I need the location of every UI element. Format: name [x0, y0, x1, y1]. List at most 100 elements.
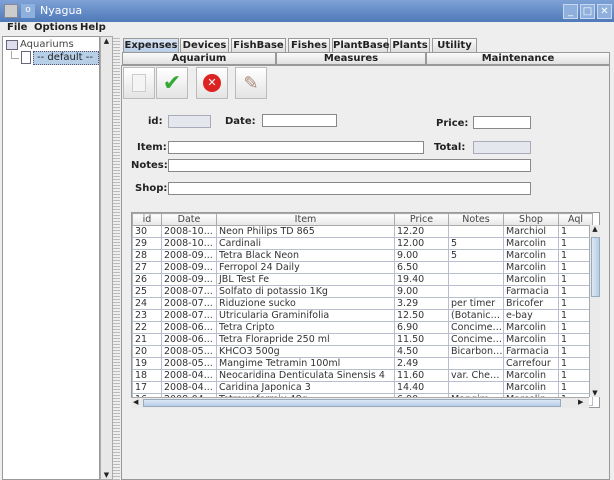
split-divider[interactable]: [113, 36, 120, 480]
table-cell[interactable]: Caridina Japonica 3: [216, 381, 395, 394]
table-cell[interactable]: 17: [132, 381, 162, 394]
save-button[interactable]: ✔: [156, 67, 188, 99]
table-cell[interactable]: 22: [132, 321, 162, 334]
scroll-up-icon[interactable]: ▲: [590, 225, 600, 233]
table-cell[interactable]: Marcolin: [503, 237, 559, 250]
delete-button[interactable]: ✕: [196, 67, 228, 99]
table-cell[interactable]: Marcolin: [503, 249, 559, 262]
table-cell[interactable]: 4.50: [394, 345, 449, 358]
date-field[interactable]: [262, 114, 337, 127]
table-cell[interactable]: 12.20: [394, 225, 449, 238]
table-cell[interactable]: 6.90: [394, 321, 449, 334]
table-cell[interactable]: 1: [558, 369, 593, 382]
table-cell[interactable]: 1: [558, 333, 593, 346]
table-cell[interactable]: 2008-04...: [161, 381, 217, 394]
table-cell[interactable]: Marchiol: [503, 225, 559, 238]
table-cell[interactable]: Marcolin: [503, 381, 559, 394]
tab-utility[interactable]: Utility: [432, 38, 477, 52]
edit-button[interactable]: ✎: [235, 67, 267, 99]
column-header[interactable]: Notes: [448, 213, 504, 226]
table-cell[interactable]: 2008-05...: [161, 357, 217, 370]
table-cell[interactable]: Ferropol 24 Daily: [216, 261, 395, 274]
table-row[interactable]: 23 2008-07... Utricularia Graminifolia 12.5…: [132, 309, 593, 322]
table-cell[interactable]: 1: [558, 237, 593, 250]
table-cell[interactable]: 1: [558, 357, 593, 370]
table-cell[interactable]: 1: [558, 381, 593, 394]
table-cell[interactable]: Farmacia: [503, 285, 559, 298]
tab-fishbase[interactable]: FishBase: [231, 38, 286, 52]
table-cell[interactable]: 2008-07...: [161, 309, 217, 322]
table-cell[interactable]: [448, 285, 504, 298]
table-cell[interactable]: 19.40: [394, 273, 449, 286]
table-cell[interactable]: [448, 261, 504, 274]
table-cell[interactable]: 2008-06...: [161, 333, 217, 346]
table-cell[interactable]: KHCO3 500g: [216, 345, 395, 358]
horizontal-scroll-thumb[interactable]: [143, 399, 561, 407]
table-cell[interactable]: Neon Philips TD 865: [216, 225, 395, 238]
table-cell[interactable]: 2008-09...: [161, 249, 217, 262]
table-row[interactable]: 27 2008-09... Ferropol 24 Daily 6.50 Marcoli…: [132, 261, 593, 274]
table-cell[interactable]: Marcolin: [503, 369, 559, 382]
table-cell[interactable]: (Botanical ...: [448, 309, 504, 322]
table-cell[interactable]: 6.50: [394, 261, 449, 274]
table-cell[interactable]: 1: [558, 273, 593, 286]
table-cell[interactable]: 12.00: [394, 237, 449, 250]
table-cell[interactable]: 20: [132, 345, 162, 358]
table-cell[interactable]: 2008-10...: [161, 225, 217, 238]
table-cell[interactable]: Cardinali: [216, 237, 395, 250]
table-cell[interactable]: Bricofer: [503, 297, 559, 310]
table-cell[interactable]: 1: [558, 225, 593, 238]
table-row[interactable]: 25 2008-07... Solfato di potassio 1Kg 9.00 F…: [132, 285, 593, 298]
tree-root-aquariums[interactable]: Aquariums: [20, 39, 74, 50]
table-cell[interactable]: 2.49: [394, 357, 449, 370]
table-cell[interactable]: Farmacia: [503, 345, 559, 358]
table-cell[interactable]: Riduzione sucko: [216, 297, 395, 310]
table-cell[interactable]: 2008-07...: [161, 297, 217, 310]
table-cell[interactable]: e-bay: [503, 309, 559, 322]
table-vertical-scrollbar[interactable]: ▲ ▼: [589, 225, 600, 397]
tree-scrollbar[interactable]: ▲ ▼: [100, 36, 113, 480]
subtab-maintenance[interactable]: Maintenance: [426, 52, 610, 65]
table-cell[interactable]: 23: [132, 309, 162, 322]
table-cell[interactable]: 2008-09...: [161, 261, 217, 274]
subtab-measures[interactable]: Measures: [276, 52, 426, 65]
table-row[interactable]: 30 2008-10... Neon Philips TD 865 12.20 Marc…: [132, 225, 593, 238]
table-cell[interactable]: 2008-10...: [161, 237, 217, 250]
table-cell[interactable]: 28: [132, 249, 162, 262]
table-row[interactable]: 29 2008-10... Cardinali 12.00 5 Marcolin 1: [132, 237, 593, 250]
table-cell[interactable]: Solfato di potassio 1Kg: [216, 285, 395, 298]
table-cell[interactable]: 30: [132, 225, 162, 238]
table-cell[interactable]: Carrefour: [503, 357, 559, 370]
subtab-aquarium[interactable]: Aquarium: [122, 52, 276, 65]
item-field[interactable]: [168, 141, 424, 154]
tab-plantbase[interactable]: PlantBase: [332, 38, 390, 52]
table-cell[interactable]: 2008-06...: [161, 321, 217, 334]
table-cell[interactable]: [448, 225, 504, 238]
table-cell[interactable]: Marcolin: [503, 321, 559, 334]
table-cell[interactable]: [448, 357, 504, 370]
table-cell[interactable]: var. Cherr...: [448, 369, 504, 382]
table-cell[interactable]: 1: [558, 345, 593, 358]
table-horizontal-scrollbar[interactable]: ◀ ▶: [131, 397, 589, 408]
table-cell[interactable]: 27: [132, 261, 162, 274]
table-cell[interactable]: 1: [558, 261, 593, 274]
table-row[interactable]: 24 2008-07... Riduzione sucko 3.29 per timer…: [132, 297, 593, 310]
table-cell[interactable]: Utricularia Graminifolia: [216, 309, 395, 322]
table-cell[interactable]: 19: [132, 357, 162, 370]
close-button[interactable]: ✕: [597, 4, 612, 19]
table-cell[interactable]: Marcolin: [503, 261, 559, 274]
table-cell[interactable]: Concime s...: [448, 321, 504, 334]
table-row[interactable]: 222008-06...Tetra Cripto6.90Concime s...…: [132, 321, 593, 334]
shop-field[interactable]: [168, 182, 531, 195]
table-cell[interactable]: Tetra Florapride 250 ml: [216, 333, 395, 346]
table-cell[interactable]: 1: [558, 285, 593, 298]
table-cell[interactable]: 5: [448, 237, 504, 250]
table-cell[interactable]: 2008-07...: [161, 285, 217, 298]
table-cell[interactable]: 2008-09...: [161, 273, 217, 286]
table-cell[interactable]: 11.50: [394, 333, 449, 346]
table-cell[interactable]: 24: [132, 297, 162, 310]
table-cell[interactable]: per timer: [448, 297, 504, 310]
table-cell[interactable]: Neocaridina Denticulata Sinensis 4: [216, 369, 395, 382]
table-cell[interactable]: 11.60: [394, 369, 449, 382]
table-cell[interactable]: 2008-04...: [161, 369, 217, 382]
